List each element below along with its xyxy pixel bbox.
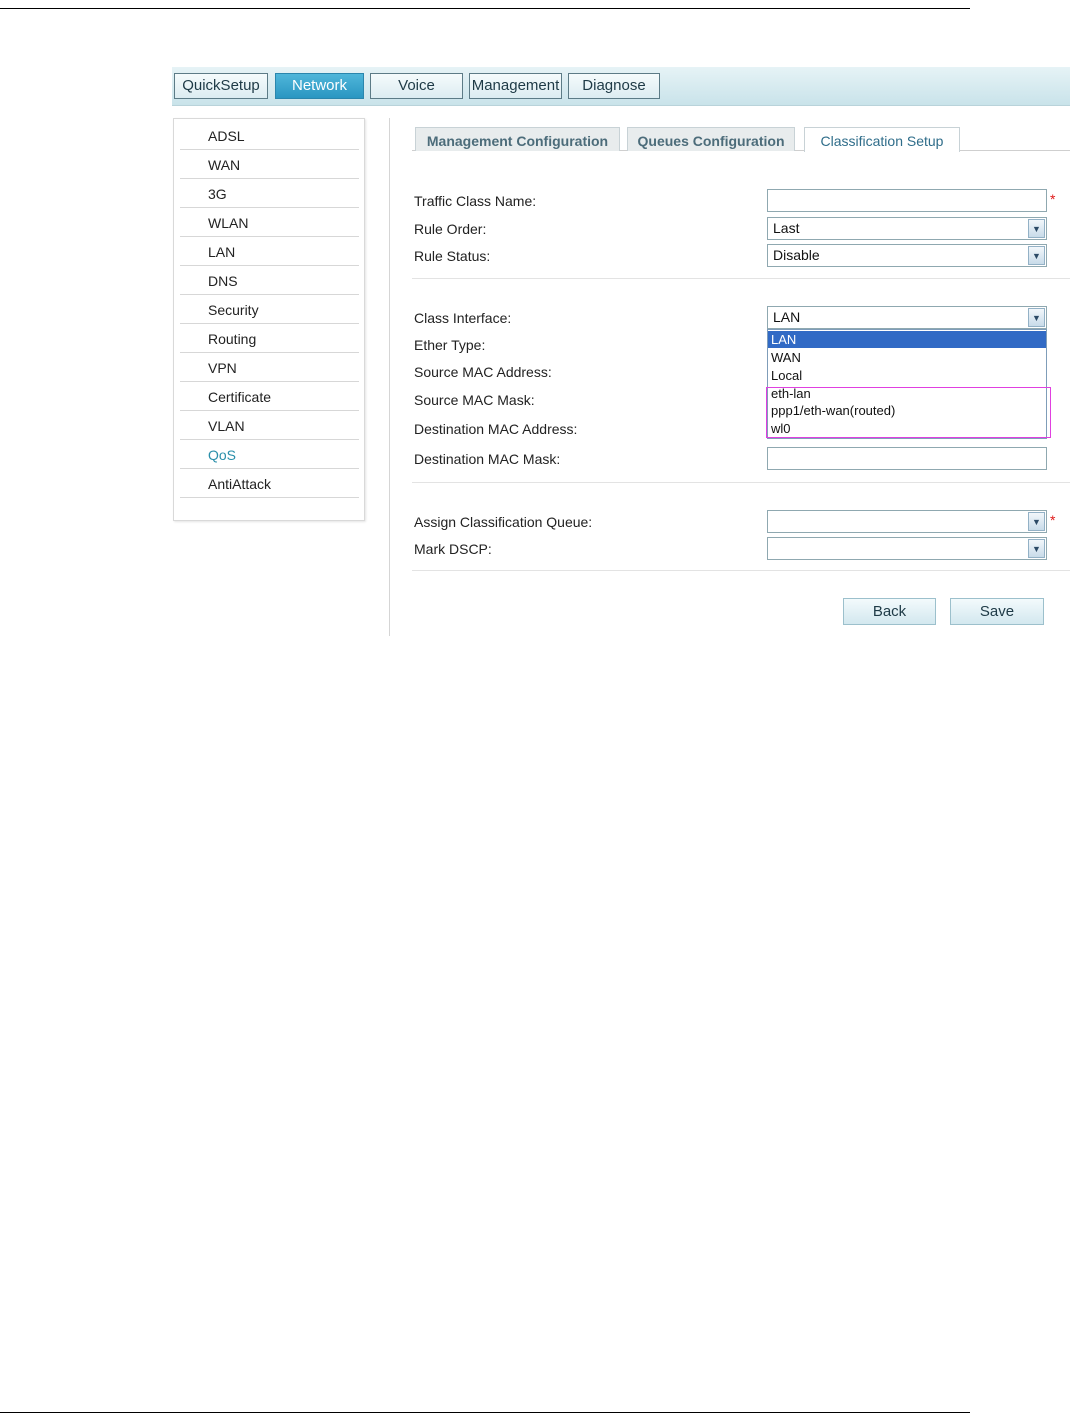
nav-tab-management[interactable]: Management <box>469 73 562 99</box>
destination-mac-address-label: Destination MAC Address: <box>414 421 578 437</box>
section-divider <box>412 482 1070 483</box>
nav-tab-voice[interactable]: Voice <box>370 73 463 99</box>
chevron-down-icon[interactable]: ▼ <box>1028 246 1045 265</box>
sidebar-item-wlan[interactable]: WLAN <box>180 208 359 237</box>
assign-classification-queue-label: Assign Classification Queue: <box>414 514 593 530</box>
back-button[interactable]: Back <box>843 598 936 625</box>
assign-classification-queue-select[interactable]: ▼ <box>767 510 1047 533</box>
class-interface-select[interactable]: LAN ▼ <box>767 306 1047 329</box>
rule-order-value: Last <box>773 220 800 236</box>
class-interface-value: LAN <box>773 309 801 325</box>
dropdown-option-lan[interactable]: LAN <box>768 331 1046 348</box>
rule-order-label: Rule Order: <box>414 221 487 237</box>
sidebar-item-vlan[interactable]: VLAN <box>180 411 359 440</box>
nav-tab-quicksetup[interactable]: QuickSetup <box>174 73 268 99</box>
rule-status-label: Rule Status: <box>414 248 491 264</box>
sidebar-item-3g[interactable]: 3G <box>180 179 359 208</box>
destination-mac-mask-input[interactable] <box>767 447 1047 470</box>
sidebar-item-antiattack[interactable]: AntiAttack <box>180 469 359 498</box>
source-mac-address-label: Source MAC Address: <box>414 364 552 380</box>
sidebar-item-lan[interactable]: LAN <box>180 237 359 266</box>
main-divider <box>389 118 390 636</box>
chevron-down-icon[interactable]: ▼ <box>1028 308 1045 327</box>
nav-tab-network[interactable]: Network <box>275 73 364 99</box>
top-navigation: QuickSetup Network Voice Management Diag… <box>172 67 1070 106</box>
rule-order-select[interactable]: Last ▼ <box>767 217 1047 240</box>
rule-status-select[interactable]: Disable ▼ <box>767 244 1047 267</box>
sidebar-menu: ADSL WAN 3G WLAN LAN DNS Security Routin… <box>173 118 365 521</box>
section-divider <box>412 278 1070 279</box>
required-marker: * <box>1050 191 1056 207</box>
page-top-rule <box>0 8 970 9</box>
sidebar-item-qos[interactable]: QoS <box>180 440 359 469</box>
sidebar-item-wan[interactable]: WAN <box>180 150 359 179</box>
sidebar-item-certificate[interactable]: Certificate <box>180 382 359 411</box>
sidebar-item-routing[interactable]: Routing <box>180 324 359 353</box>
traffic-class-name-input[interactable] <box>767 189 1047 212</box>
chevron-down-icon[interactable]: ▼ <box>1028 512 1045 531</box>
tab-management-configuration[interactable]: Management Configuration <box>415 127 620 151</box>
tab-queues-configuration[interactable]: Queues Configuration <box>627 127 795 151</box>
sidebar-item-security[interactable]: Security <box>180 295 359 324</box>
page-bottom-rule <box>0 1412 970 1413</box>
rule-status-value: Disable <box>773 247 820 263</box>
section-divider <box>412 570 1070 571</box>
sidebar-item-vpn[interactable]: VPN <box>180 353 359 382</box>
save-button[interactable]: Save <box>950 598 1044 625</box>
nav-tab-diagnose[interactable]: Diagnose <box>568 73 660 99</box>
annotation-highlight-box <box>766 387 1051 438</box>
traffic-class-name-label: Traffic Class Name: <box>414 193 537 209</box>
chevron-down-icon[interactable]: ▼ <box>1028 539 1045 558</box>
dropdown-option-wan[interactable]: WAN <box>768 349 1046 366</box>
sidebar-item-adsl[interactable]: ADSL <box>180 121 359 150</box>
source-mac-mask-label: Source MAC Mask: <box>414 392 535 408</box>
ether-type-label: Ether Type: <box>414 337 486 353</box>
dropdown-option-local[interactable]: Local <box>768 367 1046 384</box>
class-interface-label: Class Interface: <box>414 310 512 326</box>
destination-mac-mask-label: Destination MAC Mask: <box>414 451 561 467</box>
mark-dscp-select[interactable]: ▼ <box>767 537 1047 560</box>
sidebar-item-dns[interactable]: DNS <box>180 266 359 295</box>
chevron-down-icon[interactable]: ▼ <box>1028 219 1045 238</box>
mark-dscp-label: Mark DSCP: <box>414 541 492 557</box>
tab-classification-setup[interactable]: Classification Setup <box>804 127 960 152</box>
required-marker: * <box>1050 512 1056 528</box>
